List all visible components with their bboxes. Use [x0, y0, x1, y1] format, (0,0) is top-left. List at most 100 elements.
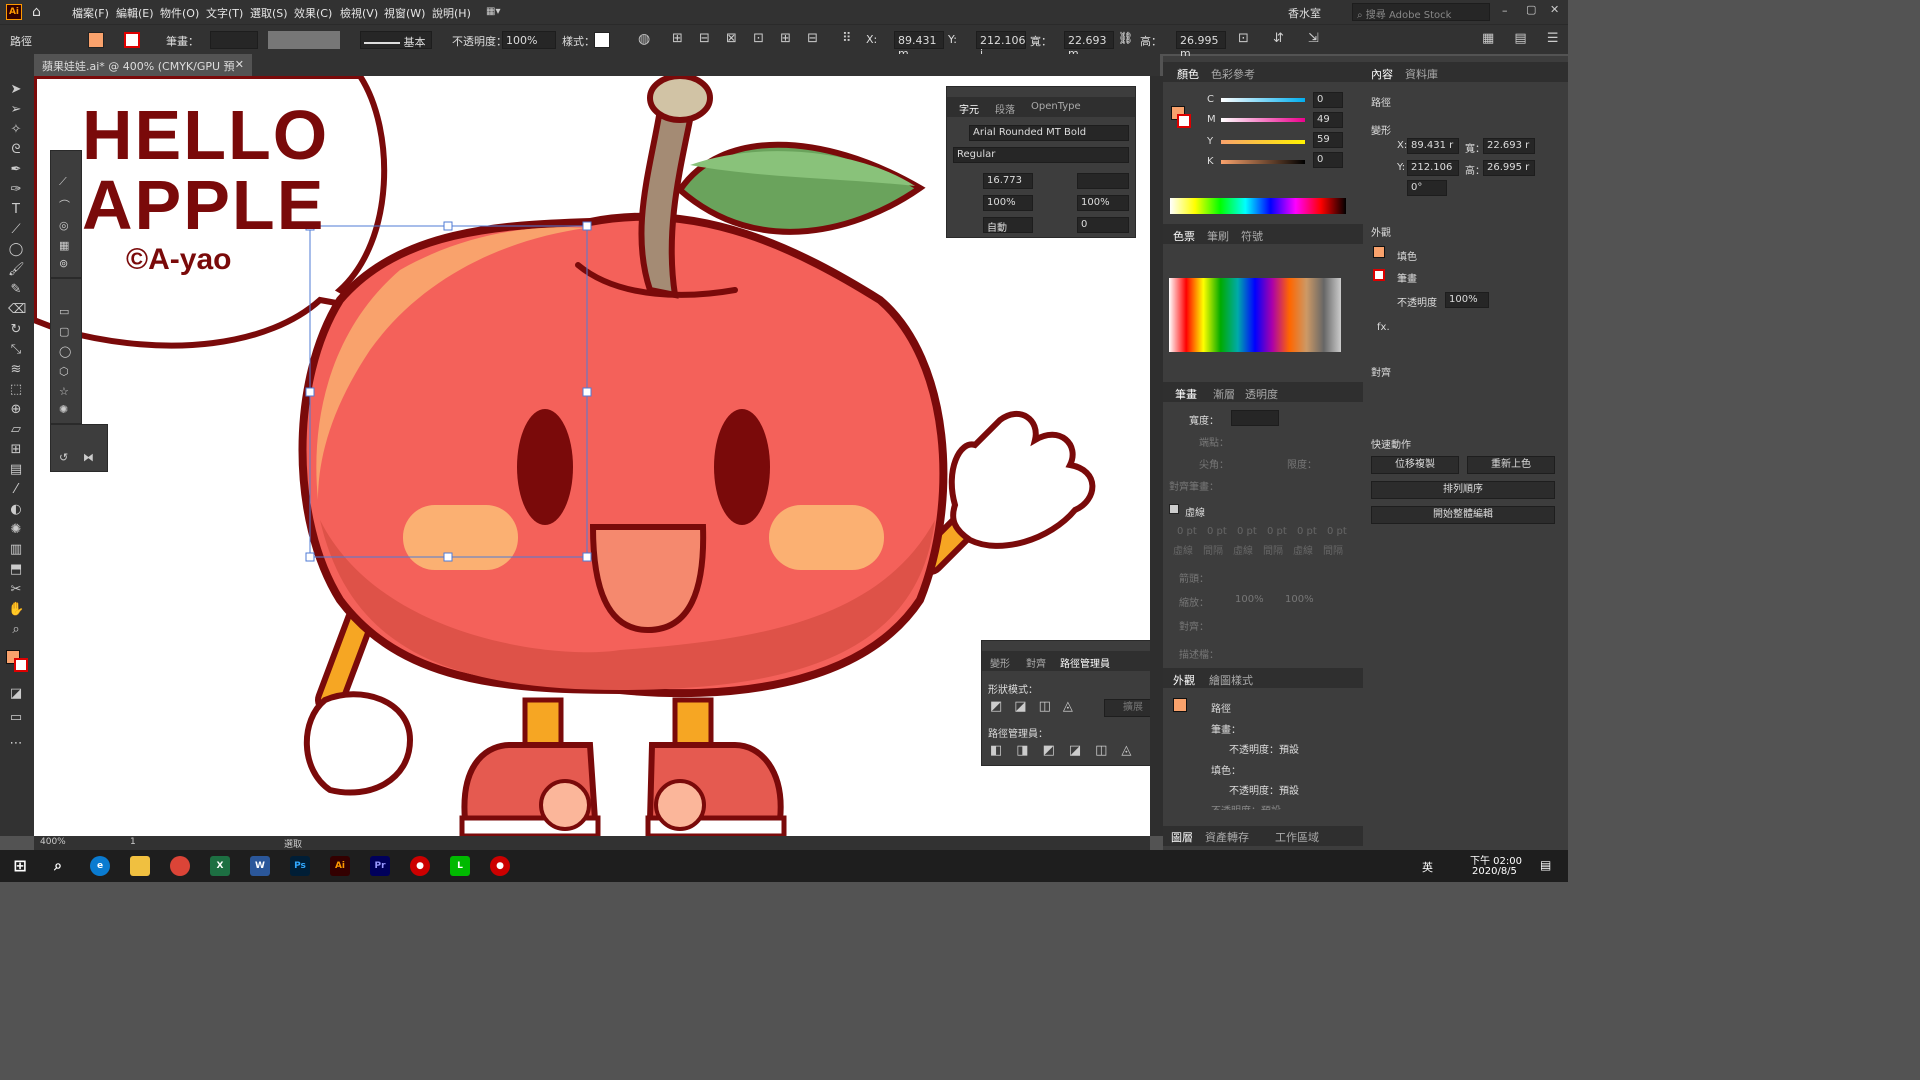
menu-item[interactable]: 檢視(V) — [340, 5, 378, 21]
x-field[interactable]: 89.431 m — [894, 31, 944, 60]
prop-y[interactable]: 212.106 — [1407, 160, 1459, 176]
recolor-icon[interactable]: ◍ — [638, 31, 650, 47]
vertical-scale-field[interactable]: 100% — [983, 195, 1033, 211]
reflect-icon[interactable]: ⧓ — [83, 451, 94, 464]
arc-icon[interactable]: ⌒ — [59, 197, 70, 213]
offset-path-button[interactable]: 位移複製 — [1371, 456, 1459, 474]
recorder-2-icon[interactable]: ● — [490, 856, 510, 876]
notification-icon[interactable]: ▤ — [1540, 858, 1551, 872]
rectangle-icon[interactable]: ▭ — [59, 305, 69, 318]
prop-h[interactable]: 26.995 r — [1483, 160, 1535, 176]
dash-value[interactable]: 0 pt — [1297, 526, 1317, 537]
direct-selection-tool-icon[interactable]: ➢ — [8, 102, 24, 118]
prop-angle[interactable]: 0° — [1407, 180, 1447, 196]
tab-align[interactable]: 對齊 — [1026, 655, 1046, 670]
c-slider[interactable] — [1221, 98, 1305, 102]
premiere-icon[interactable]: Pr — [370, 856, 390, 876]
c-value[interactable]: 0 — [1313, 92, 1343, 108]
stock-search-input[interactable]: ⌕ 搜尋 Adobe Stock — [1352, 3, 1490, 21]
color-spectrum[interactable] — [1170, 198, 1346, 214]
prop-stroke-swatch[interactable] — [1373, 269, 1385, 281]
tab-asset-export[interactable]: 資產轉存 — [1205, 829, 1249, 845]
y-slider[interactable] — [1221, 140, 1305, 144]
tab-gradient[interactable]: 漸層 — [1213, 386, 1235, 402]
appearance-fill-opacity[interactable]: 不透明度：預設 — [1229, 782, 1299, 797]
menu-item[interactable]: 檔案(F) — [72, 5, 109, 21]
shape-mode-icons[interactable]: ◩◪◫◬ — [990, 699, 1085, 714]
w-field[interactable]: 22.693 m — [1064, 31, 1114, 60]
rotate-tool-icon[interactable]: ↻ — [8, 322, 24, 338]
magic-wand-tool-icon[interactable]: ✧ — [8, 122, 24, 138]
graph-tool-icon[interactable]: ▥ — [8, 542, 24, 558]
slice-tool-icon[interactable]: ✂ — [8, 582, 24, 598]
tab-brushes[interactable]: 筆刷 — [1207, 228, 1229, 244]
scale-tool-icon[interactable]: ⤡ — [8, 342, 24, 358]
windows-start-icon[interactable]: ⊞ — [10, 856, 30, 876]
spiral-icon[interactable]: ◎ — [59, 219, 69, 232]
shape-builder-tool-icon[interactable]: ⊕ — [8, 402, 24, 418]
hand-tool-icon[interactable]: ✋ — [8, 602, 24, 618]
appearance-stroke[interactable]: 筆畫： — [1211, 721, 1241, 736]
polygon-icon[interactable]: ⬡ — [59, 365, 69, 378]
dash-value[interactable]: 0 pt — [1267, 526, 1287, 537]
pen-tool-icon[interactable]: ✒ — [8, 162, 24, 178]
zoom-tool-icon[interactable]: ⌕ — [8, 622, 24, 638]
warp-tool-icon[interactable]: ≋ — [8, 362, 24, 378]
font-family-field[interactable]: Arial Rounded MT Bold — [969, 125, 1129, 141]
menu-item[interactable]: 說明(H) — [432, 5, 471, 21]
transform-icons[interactable]: ⊡ ⇵ ⇲ — [1238, 31, 1329, 46]
leading-field[interactable] — [1077, 173, 1129, 189]
symbol-sprayer-tool-icon[interactable]: ✺ — [8, 522, 24, 538]
tab-pathfinder[interactable]: 路徑管理員 — [1060, 655, 1110, 670]
tab-paragraph[interactable]: 段落 — [995, 101, 1015, 116]
line-tool-icon[interactable]: ⟋ — [8, 222, 24, 238]
prop-w[interactable]: 22.693 r — [1483, 138, 1535, 154]
rotate-icon[interactable]: ↺ — [59, 451, 68, 464]
scale-value-2[interactable]: 100% — [1285, 594, 1314, 605]
free-transform-tool-icon[interactable]: ⬚ — [8, 382, 24, 398]
opacity-field[interactable]: 100% — [502, 31, 556, 49]
variable-width-field[interactable] — [268, 31, 340, 49]
tab-opentype[interactable]: OpenType — [1031, 101, 1081, 112]
workspace-name[interactable]: 香水室 — [1288, 5, 1321, 21]
type-tool-icon[interactable]: T — [8, 202, 24, 218]
arrange-button[interactable]: 排列順序 — [1371, 481, 1555, 499]
minimize-icon[interactable]: – — [1502, 4, 1508, 17]
isolate-button[interactable]: 開始整體編輯 — [1371, 506, 1555, 524]
dash-value[interactable]: 0 pt — [1327, 526, 1347, 537]
file-explorer-icon[interactable] — [130, 856, 150, 876]
horizontal-scale-field[interactable]: 100% — [1077, 195, 1129, 211]
appearance-stroke-opacity[interactable]: 不透明度：預設 — [1229, 741, 1299, 756]
screen-mode-icon[interactable]: ▭ — [8, 710, 24, 726]
line-app-icon[interactable]: L — [450, 856, 470, 876]
menu-item[interactable]: 選取(S) — [250, 5, 288, 21]
menu-item[interactable]: 視窗(W) — [384, 5, 425, 21]
prop-fx[interactable]: fx. — [1377, 322, 1390, 333]
stroke-weight-input[interactable] — [1231, 410, 1279, 426]
excel-icon[interactable]: X — [210, 856, 230, 876]
flare-icon[interactable]: ✺ — [59, 403, 68, 416]
artboard-tool-icon[interactable]: ⬒ — [8, 562, 24, 578]
tab-properties[interactable]: 內容 — [1371, 66, 1393, 82]
fill-swatch[interactable] — [88, 32, 104, 48]
paintbrush-tool-icon[interactable]: 🖌 — [8, 262, 25, 278]
tab-appearance[interactable]: 外觀 — [1173, 672, 1195, 688]
drawing-modes-icon[interactable]: ◪ — [8, 686, 24, 702]
m-slider[interactable] — [1221, 118, 1305, 122]
mesh-tool-icon[interactable]: ⊞ — [8, 442, 24, 458]
link-icon[interactable]: ⛓ — [1118, 31, 1133, 45]
ellipse-icon[interactable]: ◯ — [59, 345, 71, 358]
stroke-swatch[interactable] — [124, 32, 140, 48]
polar-grid-icon[interactable]: ⊚ — [59, 257, 68, 270]
recolor-button[interactable]: 重新上色 — [1467, 456, 1555, 474]
document-tab[interactable]: 蘋果娃娃.ai* @ 400% (CMYK/GPU 預視)✕ — [34, 54, 252, 89]
dash-value[interactable]: 0 pt — [1177, 526, 1197, 537]
prop-opacity-value[interactable]: 100% — [1445, 292, 1489, 308]
line-segment-icon[interactable]: ⟋ — [59, 175, 67, 189]
menu-item[interactable]: 物件(O) — [160, 5, 199, 21]
page-field[interactable]: 1 — [130, 837, 136, 847]
font-size-field[interactable]: 16.773 — [983, 173, 1033, 189]
chrome-icon[interactable] — [170, 856, 190, 876]
close-tab-icon[interactable]: ✕ — [235, 58, 244, 71]
dash-value[interactable]: 0 pt — [1237, 526, 1257, 537]
